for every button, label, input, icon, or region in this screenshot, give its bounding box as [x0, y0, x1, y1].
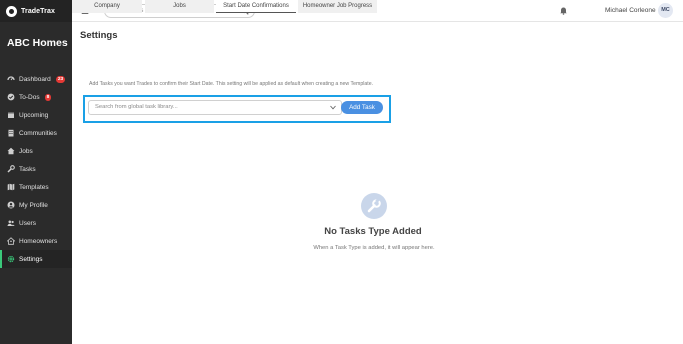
page-title: Settings: [80, 30, 118, 41]
sidebar-item-tasks[interactable]: Tasks: [0, 160, 72, 178]
house-user-icon: [7, 237, 15, 245]
tab-company[interactable]: Company: [72, 0, 142, 13]
sidebar-item-label: Communities: [19, 129, 57, 137]
sidebar: TradeTrax ABC Homes Dashboard 23 To-Dos …: [0, 0, 72, 344]
tab-start-date-confirmations[interactable]: Start Date Confirmations: [216, 0, 296, 13]
sidebar-item-my-profile[interactable]: My Profile: [0, 196, 72, 214]
sidebar-item-label: Upcoming: [19, 111, 49, 119]
task-library-select[interactable]: Search from global task library...: [88, 100, 342, 115]
sidebar-item-label: Users: [19, 219, 36, 227]
gear-icon: [7, 255, 15, 263]
sidebar-item-label: Jobs: [19, 147, 33, 155]
chevron-down-icon[interactable]: [330, 105, 336, 110]
sidebar-item-to-dos[interactable]: To-Dos 8: [0, 88, 72, 106]
users-icon: [7, 219, 15, 227]
sidebar-item-communities[interactable]: Communities: [0, 124, 72, 142]
user-circle-icon: [7, 201, 15, 209]
sidebar-item-users[interactable]: Users: [0, 214, 72, 232]
bell-icon[interactable]: [559, 6, 568, 15]
user-name[interactable]: Michael Corleone: [605, 7, 656, 14]
dashboard-icon: [7, 75, 15, 83]
sidebar-item-upcoming[interactable]: Upcoming: [0, 106, 72, 124]
tab-homeowner-job-progress[interactable]: Homeowner Job Progress: [298, 0, 377, 13]
dashboard-count-badge: 23: [55, 75, 66, 83]
task-library-placeholder: Search from global task library...: [95, 104, 178, 110]
company-name: ABC Homes: [7, 37, 68, 49]
sidebar-item-label: Dashboard: [19, 75, 51, 83]
sidebar-item-label: Tasks: [19, 165, 36, 173]
wrench-icon: [361, 193, 387, 219]
brand-name: TradeTrax: [21, 7, 55, 15]
sidebar-item-templates[interactable]: Templates: [0, 178, 72, 196]
sidebar-item-settings[interactable]: Settings: [0, 250, 72, 268]
sidebar-item-label: Homeowners: [19, 237, 58, 245]
sidebar-item-label: My Profile: [19, 201, 48, 209]
sidebar-nav: Dashboard 23 To-Dos 8 Upcoming Communiti…: [0, 70, 72, 268]
sidebar-item-jobs[interactable]: Jobs: [0, 142, 72, 160]
empty-state-text: When a Task Type is added, it will appea…: [313, 245, 435, 251]
start-date-description: Add Tasks you want Trades to confirm the…: [89, 81, 374, 87]
brand[interactable]: TradeTrax: [0, 0, 72, 22]
check-circle-icon: [7, 93, 15, 101]
tab-jobs[interactable]: Jobs: [145, 0, 214, 13]
avatar[interactable]: MC: [658, 3, 673, 18]
to-dos-count-badge: 8: [44, 93, 52, 101]
calendar-icon: [7, 111, 15, 119]
sidebar-item-label: Settings: [19, 255, 43, 263]
home-icon: [7, 147, 15, 155]
sidebar-item-label: To-Dos: [19, 93, 40, 101]
empty-state-title: No Tasks Type Added: [324, 226, 422, 237]
building-icon: [7, 129, 15, 137]
add-task-button[interactable]: Add Task: [341, 101, 383, 114]
tradetrax-logo-icon: [6, 5, 17, 17]
map-icon: [7, 183, 15, 191]
sidebar-item-label: Templates: [19, 183, 49, 191]
sidebar-item-homeowners[interactable]: Homeowners: [0, 232, 72, 250]
sidebar-item-dashboard[interactable]: Dashboard 23: [0, 70, 72, 88]
wrench-icon: [7, 165, 15, 173]
